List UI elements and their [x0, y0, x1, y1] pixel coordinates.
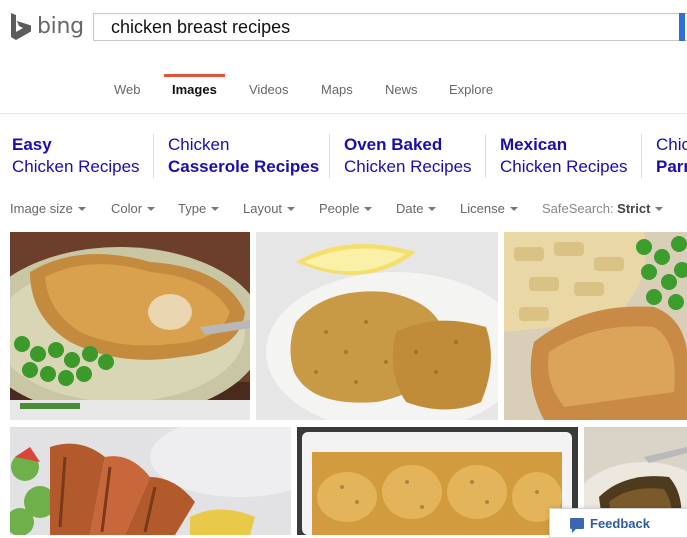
related-separator — [329, 134, 330, 178]
tab-images[interactable]: Images — [172, 82, 217, 97]
filter-date[interactable]: Date — [396, 201, 437, 216]
caret-down-icon — [211, 206, 220, 211]
related-line1: Mexican — [500, 135, 568, 154]
filter-label: Color — [111, 201, 143, 216]
related-line2: Chicken Recipes — [500, 157, 628, 176]
related-line2: Chicken Recipes — [344, 157, 472, 176]
caret-down-icon — [655, 206, 664, 211]
filter-bar: Image size Color Type Layout People Date… — [0, 201, 687, 217]
related-easy-chicken-recipes[interactable]: Easy Chicken Recipes — [12, 134, 140, 178]
image-result-baked-chicken-dish[interactable] — [297, 427, 578, 535]
related-line1: Oven Baked — [344, 135, 443, 154]
tab-news[interactable]: News — [385, 82, 418, 97]
feedback-button[interactable]: Feedback — [549, 508, 687, 538]
tab-explore[interactable]: Explore — [449, 82, 493, 97]
search-input[interactable] — [111, 17, 671, 38]
related-searches: Easy Chicken Recipes Chicken Casserole R… — [0, 134, 687, 178]
related-line2: Parm — [656, 157, 687, 176]
caret-down-icon — [509, 206, 518, 211]
tab-videos[interactable]: Videos — [249, 82, 289, 97]
filter-label: Layout — [243, 201, 283, 216]
image-thumbnail — [10, 427, 291, 535]
bing-b-icon — [11, 13, 31, 40]
filter-label: People — [319, 201, 360, 216]
safesearch-filter[interactable]: SafeSearch: Strict — [542, 201, 664, 216]
image-thumbnail — [504, 232, 687, 420]
filter-type[interactable]: Type — [178, 201, 220, 216]
filter-color[interactable]: Color — [111, 201, 156, 216]
related-separator — [485, 134, 486, 178]
chat-bubble-icon — [570, 518, 584, 533]
related-mexican-chicken-recipes[interactable]: Mexican Chicken Recipes — [500, 134, 628, 178]
filter-layout[interactable]: Layout — [243, 201, 296, 216]
filter-label: License — [460, 201, 505, 216]
filter-image-size[interactable]: Image size — [10, 201, 86, 216]
filter-label: Image size — [10, 201, 73, 216]
related-line1: Easy — [12, 135, 52, 154]
image-thumbnail — [10, 232, 250, 420]
caret-down-icon — [147, 206, 156, 211]
caret-down-icon — [364, 206, 373, 211]
tab-maps[interactable]: Maps — [321, 82, 353, 97]
filter-people[interactable]: People — [319, 201, 373, 216]
image-result-chicken-pasta-peas[interactable] — [504, 232, 687, 420]
bing-logo[interactable]: bing — [10, 12, 84, 42]
related-chicken-casserole-recipes[interactable]: Chicken Casserole Recipes — [168, 134, 319, 178]
related-separator — [153, 134, 154, 178]
related-chicken-parm[interactable]: Chic Parm — [656, 134, 687, 178]
related-line1: Chic — [656, 135, 687, 154]
related-line2: Casserole Recipes — [168, 157, 320, 176]
caret-down-icon — [77, 206, 86, 211]
active-tab-indicator — [164, 74, 225, 77]
search-box[interactable] — [93, 13, 687, 41]
image-result-sliced-chicken-salad[interactable] — [10, 427, 291, 535]
related-oven-baked-chicken-recipes[interactable]: Oven Baked Chicken Recipes — [344, 134, 472, 178]
search-button[interactable] — [679, 13, 685, 41]
header-divider — [0, 113, 687, 114]
caret-down-icon — [428, 206, 437, 211]
bing-wordmark: bing — [37, 14, 84, 39]
safesearch-value: Strict — [617, 201, 651, 216]
related-line1: Chicken — [168, 135, 230, 154]
image-result-crispy-chicken[interactable] — [10, 232, 250, 420]
related-line2: Chicken Recipes — [12, 157, 140, 176]
image-thumbnail — [297, 427, 578, 535]
feedback-label: Feedback — [590, 516, 650, 531]
safesearch-label: SafeSearch: — [542, 201, 614, 216]
related-separator — [641, 134, 642, 178]
filter-label: Type — [178, 201, 207, 216]
filter-license[interactable]: License — [460, 201, 518, 216]
filter-label: Date — [396, 201, 424, 216]
tab-web[interactable]: Web — [114, 82, 141, 97]
image-result-lemon-pepper-chicken[interactable] — [256, 232, 498, 420]
caret-down-icon — [287, 206, 296, 211]
image-thumbnail — [256, 232, 498, 420]
